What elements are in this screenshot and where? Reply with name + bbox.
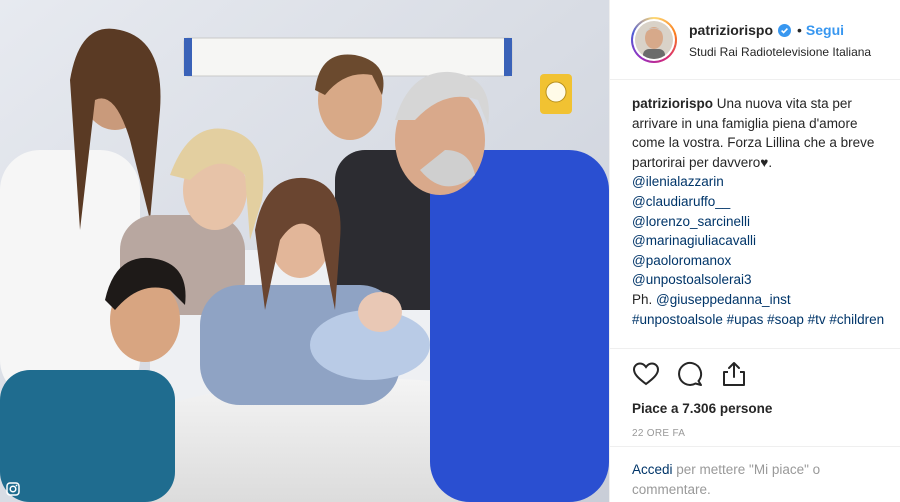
verified-badge-icon: [778, 23, 792, 37]
comment-bubble-icon[interactable]: [676, 360, 704, 388]
divider: [610, 348, 900, 349]
caption-text-line: Una nuova vita sta per: [713, 96, 852, 111]
post-photo[interactable]: [0, 0, 609, 502]
caption: patriziorispo Una nuova vita sta per arr…: [632, 94, 894, 339]
divider: [610, 446, 900, 447]
mention-link[interactable]: @giuseppedanna_inst: [656, 292, 791, 307]
mention-link[interactable]: @lorenzo_sarcinelli: [632, 212, 894, 232]
mention-link[interactable]: @ilenialazzarin: [632, 172, 894, 192]
location-link[interactable]: Studi Rai Radiotelevisione Italiana: [689, 45, 871, 59]
caption-username[interactable]: patriziorispo: [632, 96, 713, 111]
follow-button[interactable]: Segui: [806, 22, 844, 38]
avatar-image: [635, 21, 673, 59]
login-prompt: Accedi per mettere "Mi piace" o commenta…: [632, 460, 892, 500]
caption-text-line: partorirai per davvero♥.: [632, 154, 773, 170]
hospital-family-photo: [0, 0, 609, 502]
caption-text-line: come la vostra. Forza Lillina che a brev…: [632, 135, 875, 151]
caption-text-line: arrivare in una famiglia piena d'amore: [632, 115, 858, 131]
login-prompt-text: commentare.: [632, 482, 711, 497]
mention-link[interactable]: @marinagiuliacavalli: [632, 231, 894, 251]
avatar[interactable]: [631, 17, 677, 63]
login-prompt-text: per mettere "Mi piace" o: [672, 462, 821, 477]
photo-credit-label: Ph.: [632, 291, 657, 307]
mention-link[interactable]: @unpostoalsolerai3: [632, 270, 894, 290]
login-link[interactable]: Accedi: [632, 462, 673, 477]
share-upload-icon[interactable]: [720, 360, 748, 388]
post-header: patriziorispo • Segui Studi Rai Radiotel…: [610, 0, 900, 80]
mention-link[interactable]: @paoloromanox: [632, 251, 894, 271]
heart-icon[interactable]: [632, 360, 660, 388]
mention-link[interactable]: @claudiaruffo__: [632, 192, 894, 212]
likes-count[interactable]: Piace a 7.306 persone: [632, 401, 772, 416]
instagram-glyph-icon: [6, 482, 20, 496]
username-link[interactable]: patriziorispo: [689, 22, 773, 38]
separator-dot: •: [797, 22, 802, 38]
action-buttons: [632, 360, 748, 388]
hashtags-line[interactable]: #unpostoalsole #upas #soap #tv #children: [632, 310, 894, 330]
post-side-panel: patriziorispo • Segui Studi Rai Radiotel…: [609, 0, 900, 502]
post-timestamp[interactable]: 22 ORE FA: [632, 428, 685, 439]
